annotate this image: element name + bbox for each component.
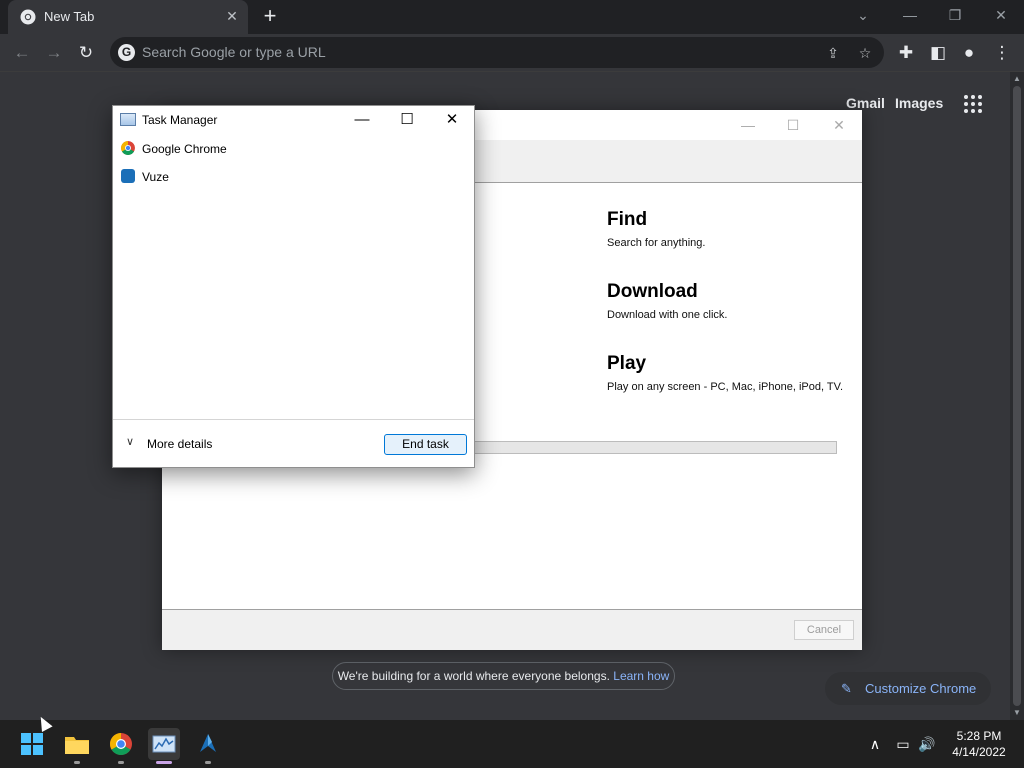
- file-explorer-button[interactable]: [61, 728, 93, 760]
- chrome-icon: [110, 733, 132, 755]
- tab-strip: New Tab ✕ + ⌄ — ❐ ✕: [0, 0, 1024, 34]
- customize-chrome-label: Customize Chrome: [865, 681, 977, 696]
- side-panel-icon[interactable]: ◧: [925, 40, 951, 66]
- feature-title: Play: [607, 353, 647, 374]
- clock[interactable]: 5:28 PM 4/14/2022: [944, 728, 1014, 760]
- extensions-icon[interactable]: ✚: [893, 40, 919, 66]
- close-window-button[interactable]: ✕: [987, 4, 1015, 26]
- process-row-vuze[interactable]: Vuze: [113, 164, 474, 190]
- share-icon[interactable]: ⇪: [822, 42, 844, 64]
- tm-minimize-button[interactable]: —: [348, 109, 376, 131]
- pencil-icon: ✎: [841, 681, 852, 696]
- clock-time: 5:28 PM: [956, 729, 1002, 743]
- page-scrollbar[interactable]: ▲ ▼: [1010, 72, 1024, 720]
- forward-button[interactable]: →: [41, 40, 67, 66]
- start-button[interactable]: [16, 728, 48, 760]
- google-icon: G: [118, 44, 135, 61]
- chevron-up-icon[interactable]: ∧: [865, 734, 885, 754]
- google-apps-icon[interactable]: [964, 95, 982, 113]
- bookmark-star-icon[interactable]: ☆: [854, 42, 876, 64]
- network-icon[interactable]: ▭: [893, 734, 913, 754]
- clock-date: 4/14/2022: [952, 745, 1006, 759]
- installer-close-button[interactable]: ✕: [825, 115, 853, 135]
- folder-icon: [65, 737, 89, 754]
- close-tab-icon[interactable]: ✕: [224, 8, 240, 24]
- tm-maximize-button[interactable]: ☐: [393, 109, 421, 131]
- task-manager-titlebar[interactable]: Task Manager — ☐ ✕: [113, 106, 474, 134]
- scroll-down-icon[interactable]: ▼: [1012, 708, 1022, 718]
- volume-icon[interactable]: 🔊: [917, 734, 937, 754]
- images-link[interactable]: Images: [895, 95, 943, 111]
- process-name: Vuze: [142, 170, 169, 184]
- tab-title: New Tab: [44, 9, 95, 24]
- vuze-taskbar-button[interactable]: [192, 728, 224, 760]
- chrome-icon: [20, 9, 36, 25]
- menu-icon[interactable]: ⋮: [989, 40, 1015, 66]
- chevron-down-icon[interactable]: ∨: [123, 435, 137, 449]
- tm-close-button[interactable]: ✕: [438, 109, 466, 131]
- reload-button[interactable]: ↻: [73, 40, 99, 66]
- scroll-up-icon[interactable]: ▲: [1012, 74, 1022, 84]
- vuze-icon: [200, 734, 216, 752]
- task-manager-icon: [120, 113, 136, 126]
- install-progress-bar: [474, 441, 837, 454]
- feature-desc: Download with one click.: [607, 309, 728, 321]
- installer-minimize-button[interactable]: —: [734, 115, 762, 135]
- feature-desc: Search for anything.: [607, 237, 706, 249]
- learn-how-link[interactable]: Learn how: [613, 669, 669, 683]
- task-manager-icon: [152, 735, 176, 753]
- restore-window-button[interactable]: ❐: [941, 4, 969, 26]
- gmail-link[interactable]: Gmail: [846, 95, 885, 111]
- minimize-window-button[interactable]: —: [896, 4, 924, 26]
- feature-title: Find: [607, 209, 648, 230]
- windows-taskbar: ∧ ▭ 🔊 5:28 PM 4/14/2022: [0, 720, 1024, 768]
- customize-chrome-button[interactable]: ✎ Customize Chrome: [825, 672, 991, 705]
- active-indicator: [156, 761, 172, 764]
- task-manager-footer: ∨ More details End task: [113, 419, 474, 467]
- cancel-button[interactable]: Cancel: [794, 620, 854, 640]
- new-tab-button[interactable]: +: [259, 5, 281, 27]
- address-input[interactable]: [142, 41, 782, 63]
- banner-text: We're building for a world where everyon…: [337, 669, 610, 683]
- running-indicator: [118, 761, 124, 764]
- installer-maximize-button[interactable]: ☐: [779, 115, 807, 135]
- windows-logo-icon: [21, 733, 43, 755]
- chrome-icon: [121, 141, 135, 155]
- running-indicator: [205, 761, 211, 764]
- task-manager-title: Task Manager: [142, 113, 218, 127]
- profile-icon[interactable]: ●: [956, 40, 982, 66]
- process-name: Google Chrome: [142, 142, 227, 156]
- feature-desc: Play on any screen - PC, Mac, iPhone, iP…: [607, 381, 844, 393]
- browser-toolbar: ← → ↻ G ⇪ ☆ ✚ ◧ ● ⋮: [0, 34, 1024, 72]
- chrome-taskbar-button[interactable]: [105, 728, 137, 760]
- process-row-chrome[interactable]: Google Chrome: [113, 136, 474, 162]
- tab-new-tab[interactable]: New Tab ✕: [8, 0, 248, 34]
- more-details-link[interactable]: More details: [147, 437, 212, 451]
- running-indicator: [74, 761, 80, 764]
- omnibox[interactable]: G ⇪ ☆: [110, 37, 884, 68]
- vuze-icon: [121, 169, 135, 183]
- feature-title: Download: [607, 281, 698, 302]
- end-task-button[interactable]: End task: [384, 434, 467, 455]
- back-button[interactable]: ←: [9, 40, 35, 66]
- tab-search-icon[interactable]: ⌄: [849, 4, 877, 26]
- task-manager-taskbar-button[interactable]: [148, 728, 180, 760]
- task-manager-window: Task Manager — ☐ ✕ Google Chrome Vuze ∨ …: [112, 105, 475, 468]
- scroll-thumb[interactable]: [1013, 86, 1021, 706]
- inclusion-banner: We're building for a world where everyon…: [332, 662, 675, 690]
- installer-footer: Cancel: [162, 609, 862, 650]
